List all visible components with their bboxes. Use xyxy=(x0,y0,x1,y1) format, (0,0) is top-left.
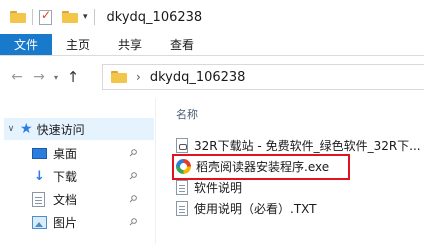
desktop-icon xyxy=(32,147,47,159)
star-icon: ★ xyxy=(20,121,33,137)
sidebar-item-quick-access[interactable]: ∨ ★ 快速访问 xyxy=(4,118,154,140)
folder-icon xyxy=(111,71,127,83)
pictures-icon xyxy=(32,215,47,229)
forward-arrow-icon: → xyxy=(33,69,45,85)
text-file-icon xyxy=(176,179,188,195)
tab-file[interactable]: 文件 xyxy=(0,34,52,55)
sidebar-item-pictures[interactable]: 图片 ⚲ xyxy=(32,211,154,233)
breadcrumb-separator-icon[interactable]: › xyxy=(136,70,141,84)
title-separator xyxy=(93,9,95,25)
up-arrow-icon: ↑ xyxy=(66,68,80,86)
list-item[interactable]: 使用说明（必看）.TXT xyxy=(176,199,317,217)
chevron-down-icon[interactable]: ∨ xyxy=(4,124,18,134)
sidebar-item-label: 桌面 xyxy=(53,146,78,161)
file-name: 软件说明 xyxy=(194,180,243,195)
url-shortcut-icon xyxy=(176,137,188,153)
new-folder-icon[interactable] xyxy=(62,11,78,23)
document-icon xyxy=(32,191,45,207)
column-header-name[interactable]: 名称 xyxy=(176,106,198,122)
pin-icon[interactable]: ⚲ xyxy=(126,193,139,206)
sidebar-item-downloads[interactable]: ↓ 下载 ⚲ xyxy=(32,165,154,187)
sidebar-item-label: 下载 xyxy=(53,169,78,184)
toolbar-dropdown-icon[interactable]: ▾ xyxy=(83,12,88,22)
sidebar-item-label: 快速访问 xyxy=(36,122,85,137)
quick-access-toolbar: ▾ xyxy=(10,8,88,25)
pin-icon[interactable]: ⚲ xyxy=(126,147,139,160)
download-icon: ↓ xyxy=(34,168,45,184)
title-bar: ▾ dkydq_106238 xyxy=(0,0,424,34)
up-button[interactable]: ↑ xyxy=(62,65,84,89)
sidebar-item-label: 文档 xyxy=(53,192,78,207)
file-name: 32R下载站 - 免费软件_绿色软件_32R下... xyxy=(194,138,421,153)
highlight-annotation xyxy=(172,154,350,180)
list-item[interactable]: 32R下载站 - 免费软件_绿色软件_32R下... xyxy=(176,136,421,154)
list-item[interactable]: 软件说明 xyxy=(176,178,242,196)
file-name: 使用说明（必看）.TXT xyxy=(194,201,317,216)
recent-locations-button[interactable]: ▾ xyxy=(50,65,62,89)
folder-icon[interactable] xyxy=(10,11,26,23)
sidebar-item-label: 图片 xyxy=(53,215,78,230)
sidebar-item-documents[interactable]: 文档 ⚲ xyxy=(32,188,154,210)
sidebar-item-desktop[interactable]: 桌面 ⚲ xyxy=(32,142,154,164)
tab-home[interactable]: 主页 xyxy=(52,34,104,55)
ribbon-tabs: 文件 主页 共享 查看 xyxy=(0,34,424,56)
back-button[interactable]: ← xyxy=(6,65,28,89)
tab-share[interactable]: 共享 xyxy=(104,34,156,55)
navigation-bar: ← → ▾ ↑ › dkydq_106238 xyxy=(0,56,424,98)
properties-icon[interactable] xyxy=(39,8,52,25)
tab-view[interactable]: 查看 xyxy=(156,34,208,55)
window-title: dkydq_106238 xyxy=(106,9,203,25)
navigation-pane: ∨ ★ 快速访问 桌面 ⚲ ↓ 下载 ⚲ 文档 ⚲ 图片 ⚲ xyxy=(0,98,155,244)
pin-icon[interactable]: ⚲ xyxy=(126,170,139,183)
chevron-down-icon: ▾ xyxy=(53,72,58,82)
pin-icon[interactable]: ⚲ xyxy=(126,216,139,229)
address-bar[interactable]: › dkydq_106238 xyxy=(102,64,424,90)
forward-button[interactable]: → xyxy=(28,65,50,89)
toolbar-separator xyxy=(32,9,33,25)
breadcrumb-current[interactable]: dkydq_106238 xyxy=(150,70,246,85)
back-arrow-icon: ← xyxy=(11,69,23,85)
text-file-icon xyxy=(176,200,188,216)
